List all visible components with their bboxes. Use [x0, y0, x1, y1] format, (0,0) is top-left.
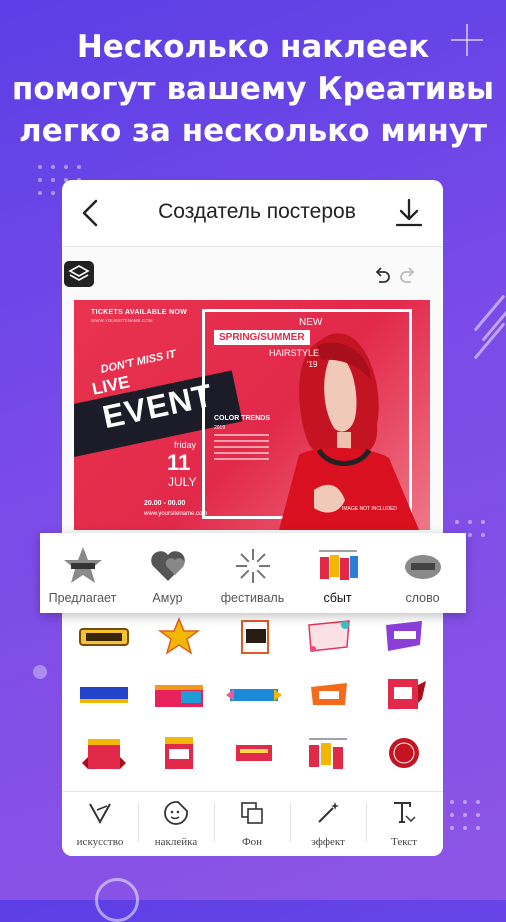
ring-decoration [95, 878, 139, 922]
category-label: Амур [152, 591, 183, 605]
sticker-icon [164, 801, 188, 825]
sticker-grid [62, 617, 443, 792]
poster-time: 20.00 - 00.00 [144, 500, 186, 507]
sale-orange-sticker[interactable] [301, 675, 357, 715]
tool-effect[interactable]: эффект [290, 792, 366, 856]
big-sale-red-sticker[interactable] [226, 733, 282, 773]
premium-quality-sticker[interactable] [76, 617, 132, 657]
text-icon [394, 802, 416, 823]
poster-dont-miss: DON'T MISS IT [99, 348, 177, 376]
poster-website: www.yoursitename.com [144, 511, 208, 517]
circle-decoration [33, 665, 47, 679]
sale-yellow-red-sticker[interactable] [151, 733, 207, 773]
sale-tags-icon [319, 550, 358, 580]
tool-art[interactable]: искусство [62, 792, 138, 856]
app-screen: Создатель постеров TICKETS AVAILABLE NOW… [62, 180, 443, 856]
back-arrow-icon[interactable] [76, 198, 106, 228]
poster-new: NEW [299, 317, 323, 328]
category-label: слово [405, 591, 440, 605]
poster-site-small: WWW.YOURSITENAME.COM [91, 318, 153, 323]
bottom-toolbar: искусство наклейка Фон эффект Текст [62, 791, 443, 856]
app-header: Создатель постеров [62, 180, 443, 247]
sale-hanging-tags-sticker[interactable] [301, 733, 357, 773]
best-price-sticker[interactable] [301, 617, 357, 657]
dots-decoration-right [450, 800, 480, 830]
event-poster[interactable]: TICKETS AVAILABLE NOW WWW.YOURSITENAME.C… [74, 300, 430, 530]
layers-icon[interactable] [64, 261, 94, 287]
category-offers[interactable]: Предлагает [40, 543, 125, 611]
limited-offer-sticker[interactable] [376, 617, 432, 657]
hot-deal-star-sticker[interactable] [151, 617, 207, 657]
big-sale-tag-sticker[interactable] [226, 617, 282, 657]
fireworks-icon [236, 549, 270, 583]
download-icon[interactable] [392, 196, 426, 230]
poster-season: SPRING/SUMMER [214, 330, 310, 345]
poster-tickets: TICKETS AVAILABLE NOW [91, 309, 187, 316]
promo-headline: Несколько наклеек помогут вашему Креатив… [0, 26, 506, 152]
tool-sticker[interactable]: наклейка [138, 792, 214, 856]
redo-icon[interactable] [398, 265, 418, 285]
category-label: сбыт [323, 591, 352, 605]
category-cupid[interactable]: Амур [125, 543, 210, 611]
tool-label: Фон [241, 836, 263, 848]
category-label: Предлагает [48, 591, 117, 605]
tool-label: искусство [76, 836, 124, 848]
big-sale-up-to-sticker[interactable] [151, 675, 207, 715]
tool-background[interactable]: Фон [214, 792, 290, 856]
background-layers-icon [241, 802, 263, 824]
page-title: Создатель постеров [158, 200, 356, 223]
poster-date: 11 [167, 450, 191, 475]
magic-wand-icon [318, 802, 339, 823]
poster-text-lines [214, 434, 269, 464]
editor-canvas[interactable]: TICKETS AVAILABLE NOW WWW.YOURSITENAME.C… [62, 247, 443, 537]
super-sale-banner-sticker[interactable] [76, 675, 132, 715]
poster-month: JULY [168, 475, 197, 489]
poster-color-trends: COLOR TRENDS [214, 415, 270, 422]
tool-text[interactable]: Текст [366, 792, 442, 856]
undo-icon[interactable] [372, 265, 392, 285]
star-badge-icon [64, 547, 102, 583]
hearts-icon [151, 551, 185, 581]
poster-year: 2019 [214, 425, 226, 431]
poster-note: IMAGE NOT INCLUDED [342, 506, 397, 512]
category-label: фестиваль [220, 591, 285, 605]
great-sale-banner-sticker[interactable] [226, 675, 282, 715]
sticker-category-strip: Предлагает Амур фестиваль сбыт слово [40, 533, 466, 613]
poster-year-short: '19 [307, 360, 318, 369]
headline-line-1: Несколько наклеек [76, 29, 430, 65]
love-word-icon [405, 555, 441, 579]
poster-day: friday [174, 440, 197, 450]
tool-label: Текст [391, 836, 417, 848]
category-sale[interactable]: сбыт [295, 543, 380, 611]
sale-round-badge-sticker[interactable] [376, 733, 432, 773]
big-sale-box-sticker[interactable] [376, 675, 432, 715]
category-festival[interactable]: фестиваль [210, 543, 295, 611]
poster-hairstyle: HAIRSTYLE [269, 348, 320, 358]
tool-label: наклейка [154, 836, 198, 848]
sale-red-banner-sticker[interactable] [76, 733, 132, 773]
tool-label: эффект [311, 836, 345, 848]
category-word[interactable]: слово [380, 543, 465, 611]
headline-line-2: помогут вашему Креативы [11, 71, 495, 107]
headline-line-3: легко за несколько минут [18, 113, 488, 149]
art-brush-icon [89, 803, 111, 825]
